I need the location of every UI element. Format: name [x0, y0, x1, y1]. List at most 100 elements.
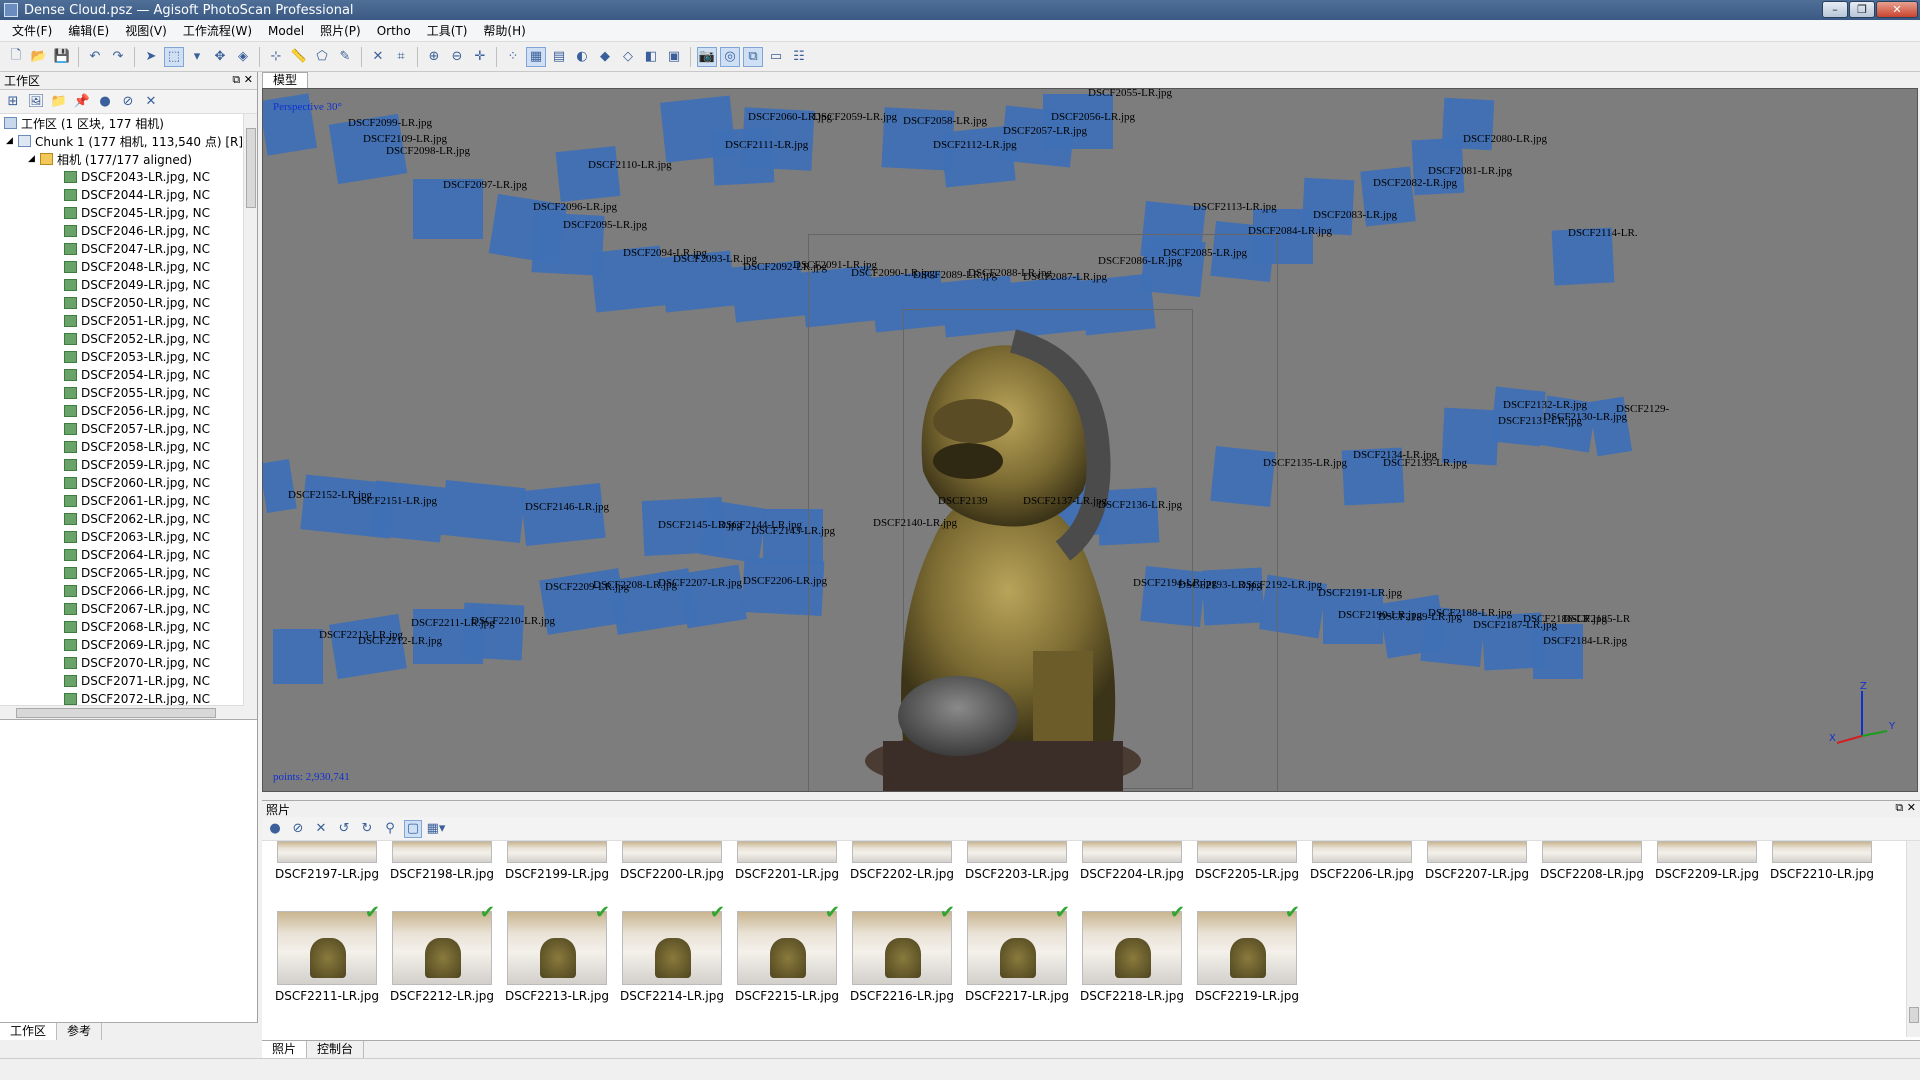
photo-thumbnail[interactable]: DSCF2198-LR.jpg	[387, 841, 497, 881]
menu-edit[interactable]: 编辑(E)	[60, 22, 117, 39]
photo-thumbnail[interactable]: DSCF2203-LR.jpg	[962, 841, 1072, 881]
ruler-icon[interactable]: 📏	[289, 47, 309, 67]
reset-filter-icon[interactable]: ⚲	[381, 820, 399, 838]
camera-list-item[interactable]: DSCF2060-LR.jpg, NC	[0, 474, 257, 492]
photo-thumbnail[interactable]: DSCF2199-LR.jpg	[502, 841, 612, 881]
show-markers-icon[interactable]: ◎	[720, 46, 740, 67]
scroll-thumb[interactable]	[16, 708, 216, 718]
textured-icon[interactable]: ◧	[641, 47, 661, 67]
photo-thumbnail[interactable]: ✔ DSCF2211-LR.jpg	[272, 902, 382, 1003]
show-grid-icon[interactable]: ☷	[789, 47, 809, 67]
close-window-button[interactable]: ✕	[1876, 1, 1918, 18]
camera-list-item[interactable]: DSCF2063-LR.jpg, NC	[0, 528, 257, 546]
zoom-out-icon[interactable]: ⊖	[447, 47, 467, 67]
mesh-icon[interactable]: ▤	[549, 47, 569, 67]
remove-camera-icon[interactable]: ✕	[312, 820, 330, 838]
move-region-icon[interactable]: ✥	[210, 47, 230, 67]
filter-by-selection-icon[interactable]: ▢	[404, 819, 422, 838]
rotate-left-icon[interactable]: ↺	[335, 820, 353, 838]
camera-list-item[interactable]: DSCF2059-LR.jpg, NC	[0, 456, 257, 474]
camera-plane[interactable]	[440, 479, 526, 544]
camera-list-item[interactable]: DSCF2064-LR.jpg, NC	[0, 546, 257, 564]
photo-thumbnail[interactable]: ✔ DSCF2216-LR.jpg	[847, 902, 957, 1003]
camera-plane[interactable]	[660, 95, 736, 163]
tab-reference[interactable]: 参考	[57, 1023, 103, 1040]
camera-list-item[interactable]: DSCF2048-LR.jpg, NC	[0, 258, 257, 276]
photo-thumbnail[interactable]: DSCF2206-LR.jpg	[1307, 841, 1417, 881]
redo-icon[interactable]: ↷	[108, 47, 128, 67]
tab-model[interactable]: 模型	[262, 72, 309, 88]
navigation-icon[interactable]: ➤	[141, 47, 161, 67]
camera-list-item[interactable]: DSCF2045-LR.jpg, NC	[0, 204, 257, 222]
rotate-right-icon[interactable]: ↻	[358, 820, 376, 838]
photo-thumbnail[interactable]: ✔ DSCF2215-LR.jpg	[732, 902, 842, 1003]
photo-thumbnail[interactable]: DSCF2205-LR.jpg	[1192, 841, 1302, 881]
delete-icon[interactable]: ✕	[368, 47, 388, 67]
camera-list-item[interactable]: DSCF2055-LR.jpg, NC	[0, 384, 257, 402]
open-folder-icon[interactable]: 📂	[29, 47, 49, 67]
tab-console[interactable]: 控制台	[307, 1041, 365, 1058]
camera-list-item[interactable]: DSCF2065-LR.jpg, NC	[0, 564, 257, 582]
menu-tools[interactable]: 工具(T)	[419, 22, 476, 39]
photos-vertical-scrollbar[interactable]	[1906, 841, 1920, 1037]
camera-list-item[interactable]: DSCF2046-LR.jpg, NC	[0, 222, 257, 240]
shape-icon[interactable]: ⬠	[312, 47, 332, 67]
show-region-icon[interactable]: ⧉	[743, 46, 763, 67]
photo-thumbnail[interactable]: ✔ DSCF2212-LR.jpg	[387, 902, 497, 1003]
photo-thumbnail[interactable]: DSCF2209-LR.jpg	[1652, 841, 1762, 881]
show-shapes-icon[interactable]: ▭	[766, 47, 786, 67]
solid-icon[interactable]: ◆	[595, 47, 615, 67]
panel-float-close-icon[interactable]: ⧉ ✕	[232, 73, 253, 87]
menu-help[interactable]: 帮助(H)	[475, 22, 533, 39]
camera-list-item[interactable]: DSCF2043-LR.jpg, NC	[0, 168, 257, 186]
scroll-thumb[interactable]	[1909, 1007, 1919, 1023]
camera-list-item[interactable]: DSCF2052-LR.jpg, NC	[0, 330, 257, 348]
menu-photos[interactable]: 照片(P)	[312, 22, 369, 39]
3d-viewport[interactable]: Perspective 30° points: 2,930,741 Z Y X …	[262, 88, 1918, 792]
collapse-arrow-icon[interactable]: ◢	[6, 136, 18, 146]
camera-list-item[interactable]: DSCF2066-LR.jpg, NC	[0, 582, 257, 600]
photo-thumbnail[interactable]: ✔ DSCF2217-LR.jpg	[962, 902, 1072, 1003]
camera-list-item[interactable]: DSCF2068-LR.jpg, NC	[0, 618, 257, 636]
photo-thumbnail[interactable]: ✔ DSCF2218-LR.jpg	[1077, 902, 1187, 1003]
enable-camera-icon[interactable]: ●	[266, 820, 284, 838]
menu-view[interactable]: 视图(V)	[117, 22, 175, 39]
scroll-thumb[interactable]	[246, 128, 256, 208]
panel-float-close-icon[interactable]: ⧉ ✕	[1895, 801, 1916, 815]
dropdown-arrow-icon[interactable]: ▾	[187, 47, 207, 67]
camera-list-item[interactable]: DSCF2050-LR.jpg, NC	[0, 294, 257, 312]
camera-list-item[interactable]: DSCF2044-LR.jpg, NC	[0, 186, 257, 204]
camera-plane[interactable]	[273, 629, 323, 684]
measure-icon[interactable]: ✎	[335, 47, 355, 67]
camera-plane[interactable]	[520, 482, 606, 547]
disable-camera-icon[interactable]: ⊘	[289, 820, 307, 838]
photo-thumbnail[interactable]: ✔ DSCF2219-LR.jpg	[1192, 902, 1302, 1003]
photo-thumbnail[interactable]: DSCF2208-LR.jpg	[1537, 841, 1647, 881]
menu-ortho[interactable]: Ortho	[369, 24, 419, 38]
camera-plane[interactable]	[263, 458, 297, 514]
camera-list-item[interactable]: DSCF2051-LR.jpg, NC	[0, 312, 257, 330]
photo-thumbnail[interactable]: DSCF2210-LR.jpg	[1767, 841, 1877, 881]
crop-icon[interactable]: ⌗	[391, 47, 411, 67]
photo-thumbnail[interactable]: DSCF2204-LR.jpg	[1077, 841, 1187, 881]
camera-list-item[interactable]: DSCF2071-LR.jpg, NC	[0, 672, 257, 690]
camera-list-item[interactable]: DSCF2067-LR.jpg, NC	[0, 600, 257, 618]
add-chunk-icon[interactable]: ⊞	[4, 93, 22, 111]
camera-plane[interactable]	[555, 146, 621, 202]
photo-thumbnail[interactable]: DSCF2207-LR.jpg	[1422, 841, 1532, 881]
camera-plane[interactable]	[1379, 594, 1447, 659]
undo-icon[interactable]: ↶	[85, 47, 105, 67]
camera-list-item[interactable]: DSCF2058-LR.jpg, NC	[0, 438, 257, 456]
maximize-button[interactable]: ❐	[1849, 1, 1875, 18]
tiled-model-icon[interactable]: ▣	[664, 47, 684, 67]
tree-cameras-folder[interactable]: ◢ 相机 (177/177 aligned)	[0, 150, 257, 168]
rectangle-selection-icon[interactable]: ⬚	[164, 46, 184, 67]
photo-thumbnail[interactable]: DSCF2197-LR.jpg	[272, 841, 382, 881]
view-mode-icon[interactable]: ▦▾	[427, 820, 446, 838]
menu-model[interactable]: Model	[260, 24, 312, 38]
rotate-region-icon[interactable]: ◈	[233, 47, 253, 67]
disable-icon[interactable]: ⊘	[119, 93, 137, 111]
tree-chunk[interactable]: ◢ Chunk 1 (177 相机, 113,540 点) [R]	[0, 132, 257, 150]
marker-icon[interactable]: ⊹	[266, 47, 286, 67]
tab-photos[interactable]: 照片	[262, 1041, 308, 1058]
